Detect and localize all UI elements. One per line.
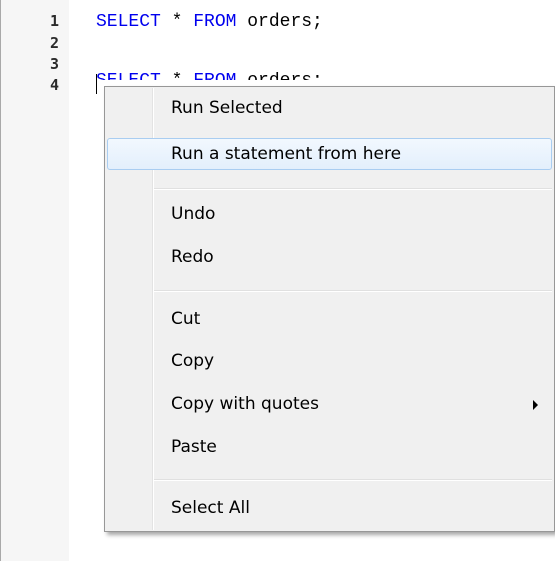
context-menu[interactable]: Run Selected Run a statement from here U…	[104, 86, 555, 532]
menu-item-run-selected[interactable]: Run Selected	[107, 92, 552, 124]
line-number-4: 4	[50, 76, 60, 94]
menu-separator	[154, 290, 552, 292]
menu-item-select-all[interactable]: Select All	[107, 492, 552, 524]
keyword-from: FROM	[193, 12, 237, 32]
code-star: *	[160, 12, 194, 32]
menu-item-paste[interactable]: Paste	[107, 431, 552, 463]
line-number-gutter: 1 2 3 4	[1, 0, 69, 561]
menu-item-copy-with-quotes[interactable]: Copy with quotes	[107, 388, 552, 420]
menu-separator	[154, 188, 552, 190]
keyword-select: SELECT	[96, 12, 161, 32]
line-number-3: 3	[50, 55, 60, 73]
menu-item-run-statement-from-here[interactable]: Run a statement from here	[107, 138, 552, 170]
menu-item-copy[interactable]: Copy	[107, 345, 552, 377]
menu-separator	[154, 479, 552, 481]
menu-item-cut[interactable]: Cut	[107, 303, 552, 335]
submenu-arrow-icon	[533, 400, 538, 410]
menu-item-undo[interactable]: Undo	[107, 198, 552, 230]
code-table-name: orders;	[236, 12, 323, 32]
sql-editor[interactable]: 1 2 3 4 SELECT * FROM orders; SELECT * F…	[0, 0, 555, 561]
line-number-2: 2	[50, 34, 60, 52]
line-number-1: 1	[50, 12, 60, 30]
menu-item-copy-with-quotes-label: Copy with quotes	[171, 394, 319, 414]
menu-item-redo[interactable]: Redo	[107, 241, 552, 273]
text-caret	[96, 74, 97, 94]
code-line-1[interactable]: SELECT * FROM orders;	[96, 10, 323, 34]
